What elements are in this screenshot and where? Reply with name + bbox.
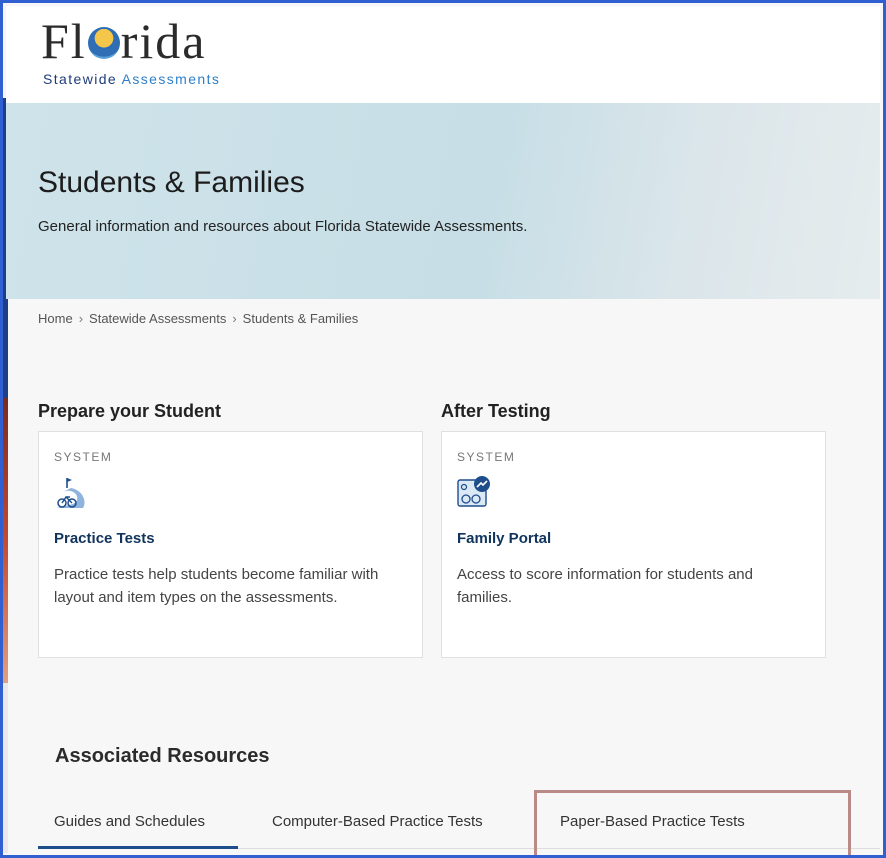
breadcrumb-current: Students & Families xyxy=(242,311,359,326)
hero-banner: Students & Families General information … xyxy=(6,103,880,299)
logo-sub-word-2: Assessments xyxy=(121,71,221,87)
site-header: Fl rida Statewide Assessments xyxy=(6,6,880,103)
logo-text-start: Fl xyxy=(41,13,87,69)
card-description: Access to score information for students… xyxy=(457,566,753,607)
family-portal-icon xyxy=(457,476,490,507)
card-title[interactable]: Practice Tests xyxy=(54,530,155,547)
left-edge-fragment xyxy=(3,398,8,683)
page-title: Students & Families xyxy=(38,166,305,199)
state-seal-icon xyxy=(87,26,120,59)
card-kicker: SYSTEM xyxy=(54,450,113,464)
logo-wordmark: Fl rida xyxy=(41,16,206,66)
left-edge-fragment xyxy=(3,683,8,853)
tab-guides-and-schedules[interactable]: Guides and Schedules xyxy=(54,813,205,830)
card-title[interactable]: Family Portal xyxy=(457,530,551,547)
card-kicker: SYSTEM xyxy=(457,450,516,464)
logo-sub-word-1: Statewide xyxy=(43,71,118,87)
screenshot-frame: Fl rida Statewide Assessments Students & … xyxy=(0,0,886,858)
page-subtitle: General information and resources about … xyxy=(38,218,528,235)
logo-text-end: rida xyxy=(120,13,207,69)
annotation-highlight-box xyxy=(534,790,851,855)
card-description: Practice tests help students become fami… xyxy=(54,566,379,607)
card-family-portal[interactable]: SYSTEM Family Portal Access to score inf… xyxy=(441,431,826,658)
section-heading-after-testing: After Testing xyxy=(441,401,551,421)
chevron-right-icon: › xyxy=(232,311,237,326)
breadcrumb: Home › Statewide Assessments › Students … xyxy=(38,311,358,326)
tab-computer-based-practice-tests[interactable]: Computer-Based Practice Tests xyxy=(272,813,483,830)
breadcrumb-home[interactable]: Home xyxy=(38,311,73,326)
logo-subtitle: Statewide Assessments xyxy=(43,71,220,87)
breadcrumb-statewide-assessments[interactable]: Statewide Assessments xyxy=(89,311,226,326)
card-practice-tests[interactable]: SYSTEM Practice Tests Practice tests hel… xyxy=(38,431,423,658)
active-tab-indicator xyxy=(38,846,238,849)
bike-path-icon xyxy=(57,478,85,508)
section-heading-prepare: Prepare your Student xyxy=(38,401,222,421)
associated-resources-heading: Associated Resources xyxy=(55,745,270,767)
chevron-right-icon: › xyxy=(78,311,84,326)
